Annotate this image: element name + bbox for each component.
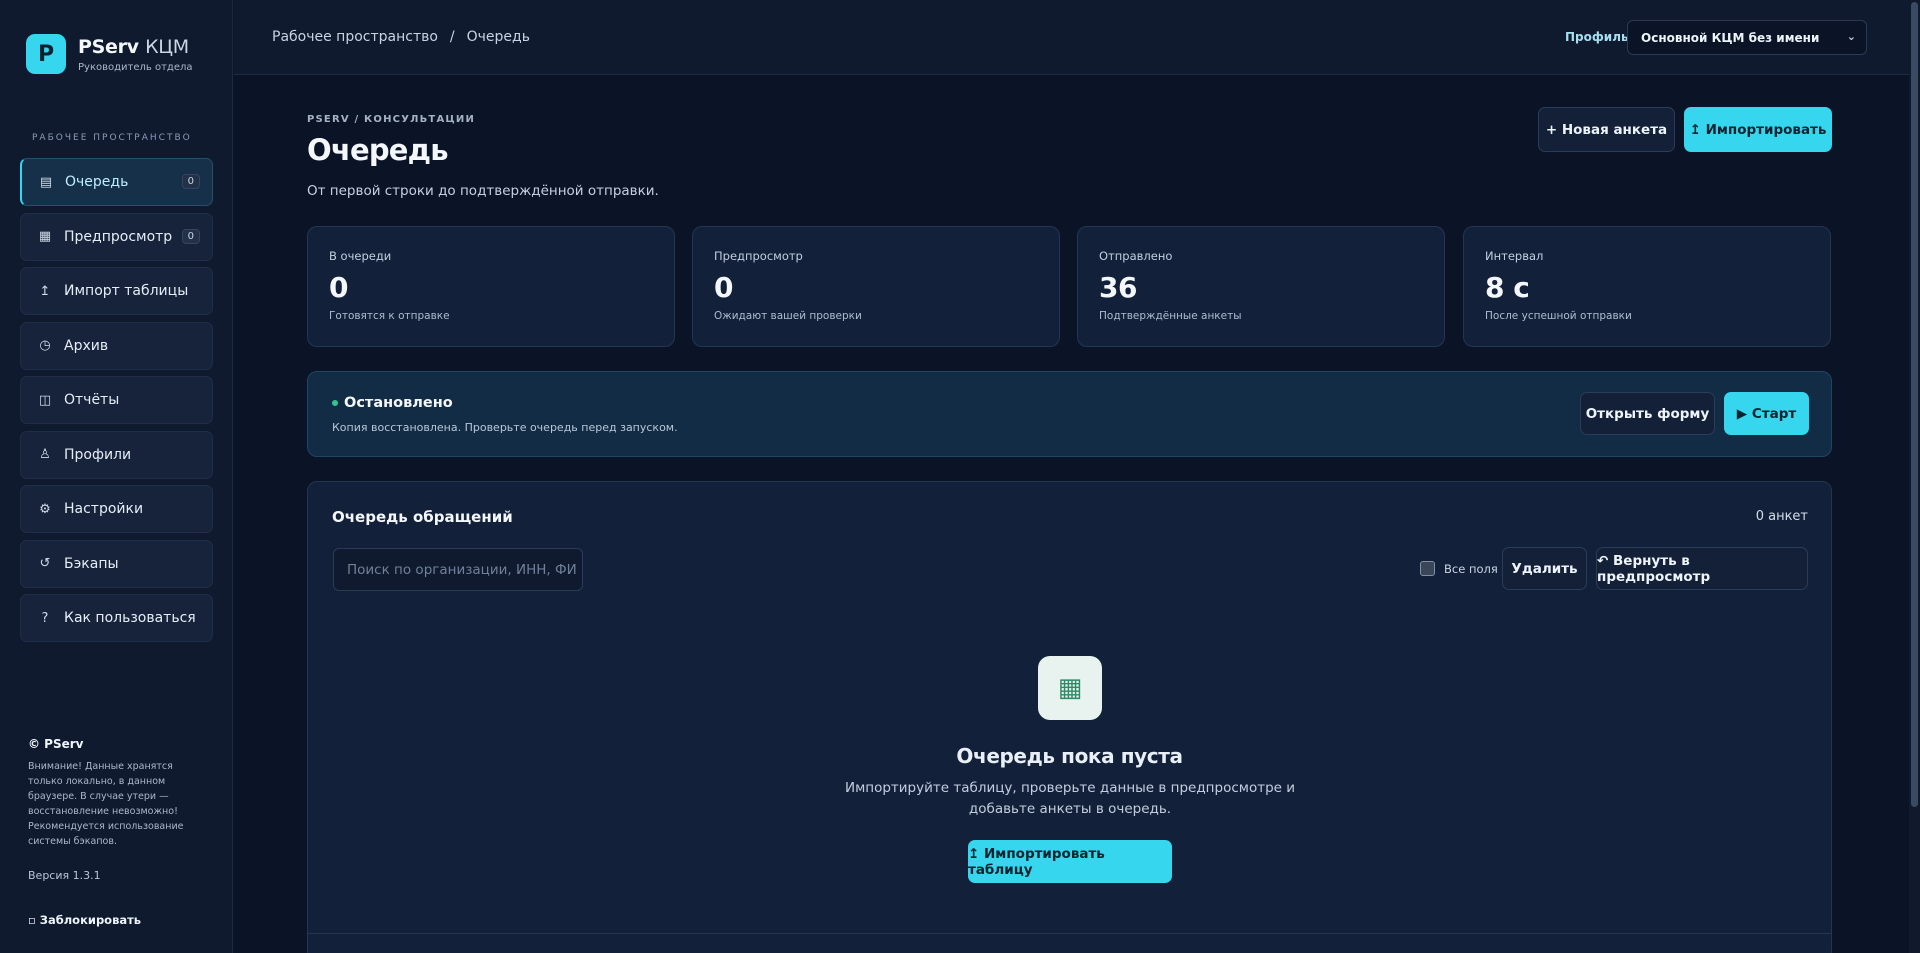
queue-card: Очередь обращений 0 анкет Все поля Удали… — [307, 481, 1832, 953]
stat-value: 36 — [1099, 271, 1137, 304]
stat-label: Предпросмотр — [714, 249, 803, 263]
count-badge: 0 — [181, 174, 200, 189]
stat-value: 0 — [329, 271, 348, 304]
empty-state-title: Очередь пока пуста — [956, 744, 1183, 768]
clock-icon: ◷ — [39, 338, 51, 353]
brand: P PServ КЦМ Руководитель отдела — [26, 34, 193, 74]
queue-count: 0 анкет — [1755, 509, 1808, 524]
gear-icon: ⚙ — [39, 501, 51, 517]
sidebar-item-7[interactable]: ↺ Бэкапы — [20, 539, 213, 588]
breadcrumb: Рабочее пространство / Очередь — [272, 29, 530, 45]
question-icon: ? — [41, 610, 49, 626]
start-button[interactable]: ▶ Старт — [1724, 392, 1809, 435]
sidebar: P PServ КЦМ Руководитель отдела РАБОЧЕЕ … — [0, 0, 233, 953]
sidebar-item-8[interactable]: ? Как пользоваться — [20, 594, 213, 642]
upload-arrow-icon: ↥ — [39, 283, 51, 299]
open-form-button[interactable]: Открыть форму — [1580, 392, 1715, 435]
sidebar-item-1[interactable]: ▦ Предпросмотр 0 — [20, 212, 213, 261]
profile-select[interactable]: Основной КЦМ без имени ⌄ — [1627, 20, 1867, 55]
sidebar-item-6[interactable]: ⚙ Настройки — [20, 485, 213, 533]
table-icon: ▦ — [1038, 656, 1102, 720]
sidebar-nav: ▤ Очередь 0 ▦ Предпросмотр 0 ↥ Импорт таблицы ◷ А… — [20, 158, 213, 649]
app-logo: P — [26, 34, 66, 74]
sidebar-item-5[interactable]: ♙ Профили — [20, 430, 213, 479]
stat-note: Подтверждённые анкеты — [1099, 310, 1242, 322]
status-title: Остановлено — [332, 395, 453, 411]
stat-card: Отправлено 36 Подтверждённые анкеты — [1077, 226, 1445, 347]
stat-label: Интервал — [1485, 249, 1544, 263]
all-fields-label: Все поля — [1444, 561, 1498, 576]
sidebar-item-3[interactable]: ◷ Архив — [20, 321, 213, 370]
lock-button[interactable]: ▫ Заблокировать — [28, 913, 203, 927]
sidebar-item-label: Отчёты — [64, 392, 120, 408]
page-eyebrow: PSERV / КОНСУЛЬТАЦИИ — [307, 114, 476, 125]
stat-note: Готовятся к отправке — [329, 310, 450, 322]
sidebar-item-4[interactable]: ◫ Отчёты — [20, 376, 213, 424]
all-fields-checkbox[interactable] — [1420, 561, 1435, 576]
user-role: Руководитель отдела — [78, 61, 193, 73]
stat-label: В очереди — [329, 249, 392, 263]
topbar: Рабочее пространство / Очередь Профиль Осн… — [234, 0, 1909, 75]
stat-label: Отправлено — [1099, 249, 1173, 263]
page-subtitle: От первой строки до подтверждённой отпра… — [307, 183, 659, 199]
empty-state-description: Импортируйте таблицу, проверьте данные в… — [844, 780, 1296, 817]
page-title: Очередь — [307, 133, 449, 167]
stat-note: После успешной отправки — [1485, 310, 1632, 322]
status-dot-icon — [332, 400, 338, 406]
app-name: PServ КЦМ — [78, 35, 189, 58]
sidebar-item-label: Настройки — [64, 501, 144, 517]
list-icon: ▤ — [39, 174, 53, 190]
stat-value: 8 с — [1485, 271, 1530, 304]
book-icon: ◫ — [38, 392, 52, 408]
sidebar-item-2[interactable]: ↥ Импорт таблицы — [20, 267, 213, 315]
stat-card: В очереди 0 Готовятся к отправке — [307, 226, 675, 347]
version-label: Версия 1.3.1 — [28, 869, 101, 882]
status-description: Копия восстановлена. Проверьте очередь п… — [332, 421, 678, 434]
table-icon: ▦ — [38, 229, 52, 244]
profile-label: Профиль — [1565, 30, 1629, 44]
delete-button[interactable]: Удалить — [1502, 547, 1587, 590]
sidebar-item-label: Очередь — [65, 174, 129, 190]
sidebar-item-label: Предпросмотр — [64, 228, 173, 245]
sidebar-item-label: Импорт таблицы — [64, 283, 189, 299]
search-input[interactable] — [333, 548, 583, 591]
import-button[interactable]: ↥ Импортировать — [1684, 107, 1832, 152]
stat-card: Предпросмотр 0 Ожидают вашей проверки — [692, 226, 1060, 347]
profile-select-value: Основной КЦМ без имени — [1641, 30, 1820, 45]
return-to-preview-button[interactable]: ↶ Вернуть в предпросмотр — [1596, 547, 1808, 590]
stat-card: Интервал 8 с После успешной отправки — [1463, 226, 1831, 347]
sidebar-item-label: Бэкапы — [64, 555, 119, 572]
restore-icon: ↺ — [39, 556, 51, 571]
status-card: Остановлено Копия восстановлена. Проверь… — [307, 371, 1832, 457]
queue-title: Очередь обращений — [332, 508, 513, 526]
sidebar-item-label: Как пользоваться — [64, 610, 196, 626]
scrollbar[interactable] — [1909, 0, 1920, 953]
storage-warning: Внимание! Данные хранятся только локальн… — [28, 761, 184, 847]
person-icon: ♙ — [39, 447, 51, 462]
stat-value: 0 — [714, 271, 733, 304]
chevron-down-icon: ⌄ — [1846, 30, 1856, 43]
scrollbar-thumb[interactable] — [1911, 2, 1918, 807]
new-form-button[interactable]: + Новая анкета — [1538, 107, 1675, 152]
breadcrumb-current: Очередь — [466, 29, 530, 45]
count-badge: 0 — [181, 228, 200, 244]
breadcrumb-workspace[interactable]: Рабочее пространство — [272, 29, 438, 45]
sidebar-item-label: Профили — [64, 446, 132, 463]
divider — [308, 933, 1831, 934]
sidebar-footer: © PServ Внимание! Данные хранятся только… — [28, 737, 203, 927]
stat-note: Ожидают вашей проверки — [714, 310, 862, 322]
import-table-button[interactable]: ↥ Импортировать таблицу — [968, 840, 1172, 883]
sidebar-item-label: Архив — [64, 337, 109, 354]
breadcrumb-separator: / — [449, 29, 455, 45]
nav-section-label: РАБОЧЕЕ ПРОСТРАНСТВО — [32, 133, 192, 143]
copyright: © PServ — [28, 737, 84, 751]
sidebar-item-0[interactable]: ▤ Очередь 0 — [20, 158, 213, 206]
all-fields-toggle[interactable]: Все поля — [1420, 561, 1498, 576]
